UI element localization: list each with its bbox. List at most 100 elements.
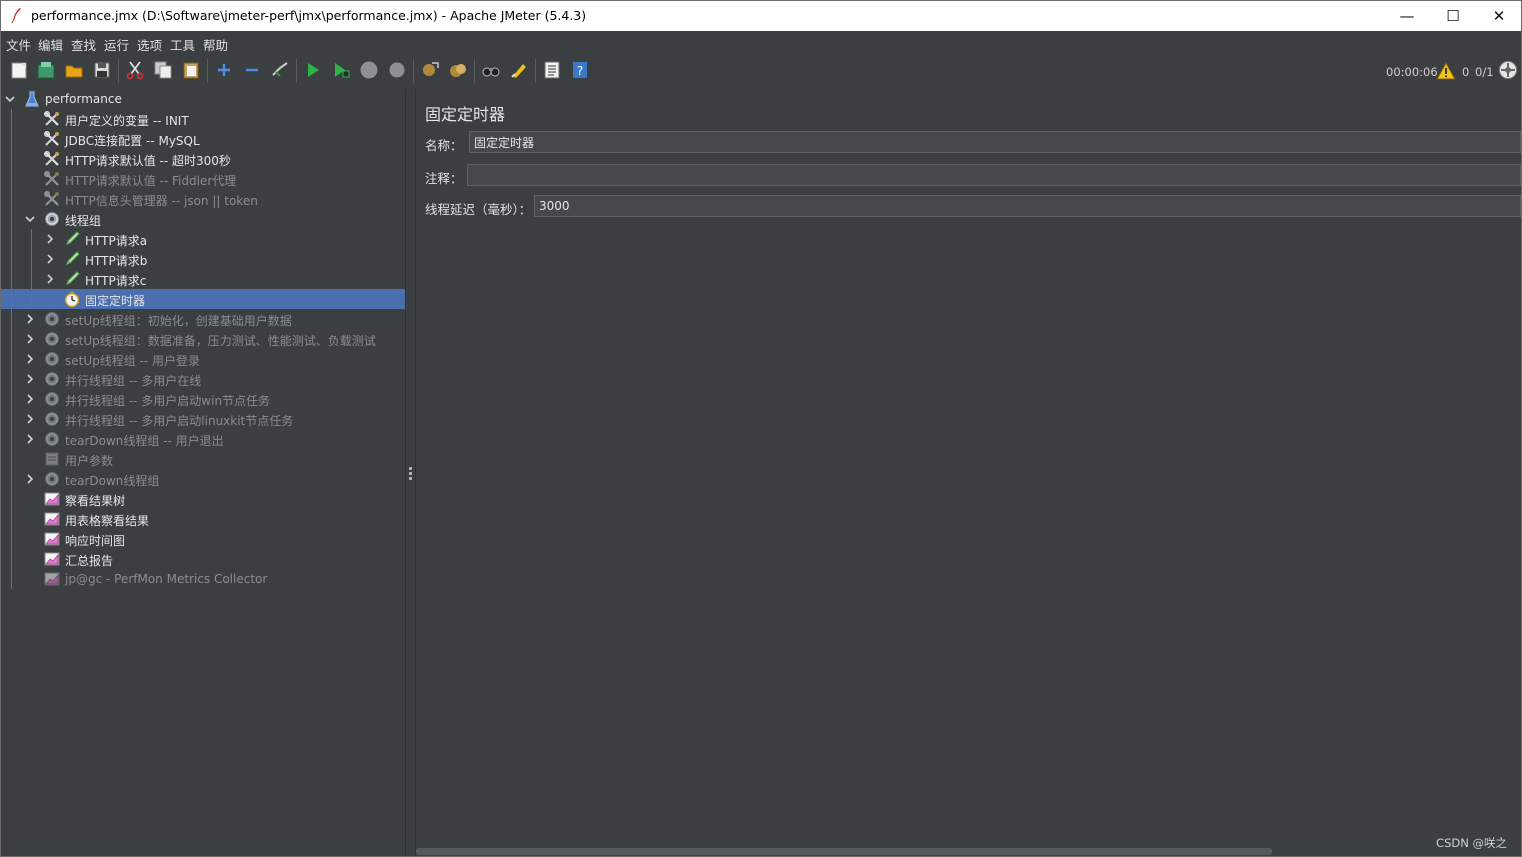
minimize-button[interactable]: — (1384, 1, 1430, 31)
chevron-right-icon[interactable] (24, 409, 36, 429)
tree-node[interactable]: 用户参数 (1, 449, 405, 469)
tree-node-label: 响应时间图 (65, 534, 126, 548)
tree-node[interactable]: tearDown线程组 -- 用户退出 (1, 429, 405, 449)
tree-guide-line (31, 229, 32, 309)
tree-node[interactable]: tearDown线程组 (1, 469, 405, 489)
search-binoculars-icon[interactable] (481, 60, 501, 80)
tree-node[interactable]: performance (1, 89, 405, 109)
chevron-right-icon[interactable] (24, 429, 36, 449)
tree-node[interactable]: 用户定义的变量 -- INIT (1, 109, 405, 129)
tree-node-label: 用户参数 (65, 454, 114, 468)
tree-node-label: setUp线程组 -- 用户登录 (65, 354, 201, 368)
maximize-button[interactable]: ☐ (1430, 1, 1476, 31)
function-helper-icon[interactable] (542, 60, 562, 80)
chevron-right-icon[interactable] (24, 309, 36, 329)
tree-node[interactable]: 并行线程组 -- 多用户在线 (1, 369, 405, 389)
tree-node[interactable]: setUp线程组 -- 用户登录 (1, 349, 405, 369)
comment-label: 注释： (425, 171, 463, 186)
tree-node[interactable]: HTTP请求默认值 -- Fiddler代理 (1, 169, 405, 189)
comment-input[interactable] (467, 164, 1521, 186)
panel-title: 固定定时器 (425, 105, 506, 124)
horizontal-scrollbar[interactable] (416, 848, 1272, 855)
pipette-icon (63, 250, 81, 268)
gear-icon (43, 370, 61, 388)
expand-all-icon[interactable] (214, 60, 234, 80)
tree-node[interactable]: setUp线程组：初始化，创建基础用户数据 (1, 309, 405, 329)
clear-icon[interactable] (420, 60, 440, 80)
save-icon[interactable] (92, 60, 112, 80)
start-no-pauses-icon[interactable] (331, 60, 351, 80)
chevron-right-icon[interactable] (44, 249, 56, 269)
menu-run[interactable]: 运行 (104, 35, 129, 54)
chevron-down-icon[interactable] (24, 209, 36, 229)
paste-icon[interactable] (181, 60, 201, 80)
tree-node[interactable]: setUp线程组：数据准备，压力测试、性能测试、负载测试 (1, 329, 405, 349)
menu-search[interactable]: 查找 (71, 35, 96, 54)
tree-node[interactable]: 察看结果树 (1, 489, 405, 509)
tree-node[interactable]: HTTP信息头管理器 -- json || token (1, 189, 405, 209)
name-input[interactable] (469, 131, 1521, 153)
templates-icon[interactable] (36, 60, 56, 80)
chevron-right-icon[interactable] (24, 369, 36, 389)
tree-node[interactable]: 汇总报告 (1, 549, 405, 569)
tree-node[interactable]: 并行线程组 -- 多用户启动win节点任务 (1, 389, 405, 409)
menu-file[interactable]: 文件 (6, 35, 31, 54)
clear-all-icon[interactable] (448, 60, 468, 80)
tree-node-label: HTTP请求c (85, 274, 147, 288)
warning-icon[interactable] (1436, 61, 1456, 81)
tree-node-label: HTTP请求b (85, 254, 148, 268)
stop-icon[interactable] (359, 60, 379, 80)
tree-node-label: HTTP请求默认值 -- 超时300秒 (65, 154, 231, 168)
tree-guide-line (11, 109, 12, 589)
title-bar: performance.jmx (D:\Software\jmeter-perf… (1, 1, 1521, 31)
tree-node[interactable]: jp@gc - PerfMon Metrics Collector (1, 569, 405, 589)
shutdown-icon[interactable] (387, 60, 407, 80)
tree-node-label: 并行线程组 -- 多用户启动win节点任务 (65, 394, 271, 408)
chevron-right-icon[interactable] (24, 329, 36, 349)
remote-status-icon (1499, 61, 1517, 79)
active-threads: 0/1 (1475, 65, 1494, 79)
collapse-all-icon[interactable] (242, 60, 262, 80)
chevron-right-icon[interactable] (44, 269, 56, 289)
test-plan-tree: performance 用户定义的变量 -- INIT JDBC连接配置 -- My… (1, 89, 406, 856)
chevron-right-icon[interactable] (24, 349, 36, 369)
help-icon[interactable]: ? (570, 60, 590, 80)
panel-splitter[interactable] (406, 89, 416, 856)
chevron-right-icon[interactable] (44, 229, 56, 249)
chevron-down-icon[interactable] (4, 89, 16, 109)
cut-icon[interactable] (125, 60, 145, 80)
gear-icon (43, 410, 61, 428)
reset-search-icon[interactable] (509, 60, 529, 80)
gear-icon (43, 430, 61, 448)
tree-node[interactable]: HTTP请求默认值 -- 超时300秒 (1, 149, 405, 169)
new-file-icon[interactable] (9, 60, 29, 80)
tree-node[interactable]: 并行线程组 -- 多用户启动linuxkit节点任务 (1, 409, 405, 429)
name-label: 名称： (425, 138, 463, 153)
tree-node-label: performance (45, 92, 122, 106)
graph-icon (43, 490, 61, 508)
close-button[interactable]: ✕ (1476, 1, 1521, 31)
tree-node[interactable]: JDBC连接配置 -- MySQL (1, 129, 405, 149)
copy-icon[interactable] (153, 60, 173, 80)
tree-node-label: 汇总报告 (65, 554, 114, 568)
chevron-right-icon[interactable] (24, 389, 36, 409)
gear-icon (43, 390, 61, 408)
tree-node[interactable]: 用表格察看结果 (1, 509, 405, 529)
tree-node[interactable]: 响应时间图 (1, 529, 405, 549)
tree-node[interactable]: 固定定时器 (1, 289, 405, 309)
tree-node[interactable]: HTTP请求c (1, 269, 405, 289)
delay-input[interactable] (534, 195, 1521, 217)
tree-node[interactable]: 线程组 (1, 209, 405, 229)
jmeter-window: performance.jmx (D:\Software\jmeter-perf… (0, 0, 1522, 857)
toggle-icon[interactable] (270, 60, 290, 80)
menu-help[interactable]: 帮助 (203, 35, 228, 54)
tree-node[interactable]: HTTP请求a (1, 229, 405, 249)
menu-tools[interactable]: 工具 (170, 35, 195, 54)
chevron-right-icon[interactable] (24, 469, 36, 489)
tree-node-label: setUp线程组：初始化，创建基础用户数据 (65, 314, 292, 328)
start-icon[interactable] (303, 60, 323, 80)
menu-options[interactable]: 选项 (137, 35, 162, 54)
open-folder-icon[interactable] (64, 60, 84, 80)
tree-node[interactable]: HTTP请求b (1, 249, 405, 269)
menu-edit[interactable]: 编辑 (38, 35, 63, 54)
